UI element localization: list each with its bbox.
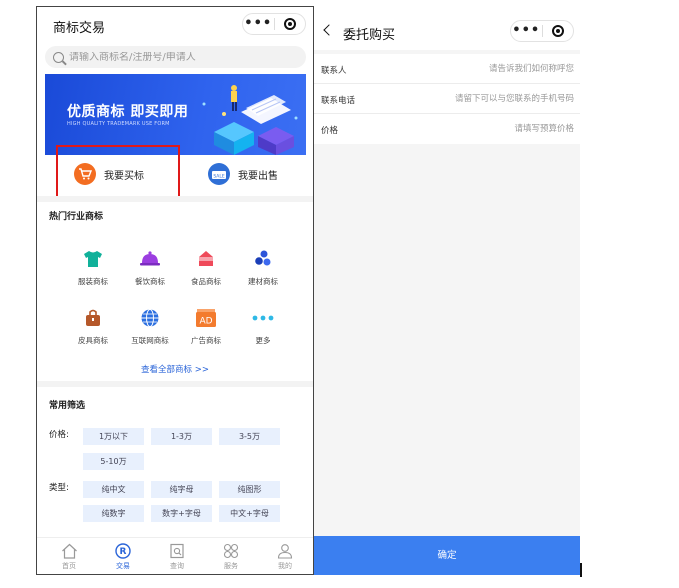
category-leather[interactable]: 皮具商标 bbox=[63, 307, 123, 346]
home-icon bbox=[49, 542, 89, 559]
confirm-button[interactable]: 确定 bbox=[314, 536, 580, 575]
contact-phone-label: 联系电话 bbox=[321, 96, 356, 106]
buy-trademark-button[interactable]: 我要买标 bbox=[74, 163, 144, 185]
view-all-link[interactable]: 查看全部商标 >> bbox=[37, 363, 313, 375]
mini-program-capsule: ••• bbox=[510, 20, 574, 42]
mini-program-capsule: ••• bbox=[242, 13, 306, 35]
promo-banner[interactable]: 优质商标 即买即用 HIGH QUALITY TRADEMARK USE FOR… bbox=[45, 74, 306, 155]
tab-label: 首页 bbox=[62, 562, 76, 570]
category-clothing[interactable]: 服装商标 bbox=[63, 248, 123, 287]
section-divider bbox=[37, 196, 313, 202]
more-menu-icon[interactable]: ••• bbox=[511, 24, 542, 37]
tab-trade[interactable]: R 交易 bbox=[103, 542, 143, 571]
entrust-purchase-screen: 委托购买 ••• 联系人 联系电话 价格 确定 bbox=[314, 13, 580, 575]
user-icon bbox=[265, 542, 305, 559]
back-arrow-icon[interactable] bbox=[323, 24, 335, 36]
filter-section-title: 常用筛选 bbox=[49, 401, 86, 411]
price-input[interactable] bbox=[404, 121, 574, 137]
close-target-icon[interactable] bbox=[275, 18, 306, 30]
purchase-form: 联系人 联系电话 价格 bbox=[314, 54, 580, 144]
grid-service-icon bbox=[211, 542, 251, 559]
tab-label: 我的 bbox=[278, 562, 292, 570]
price-chip[interactable]: 1万以下 bbox=[83, 428, 144, 445]
hot-section-title: 热门行业商标 bbox=[49, 212, 104, 222]
price-label: 价格 bbox=[321, 126, 339, 136]
category-internet[interactable]: 互联网商标 bbox=[120, 307, 180, 346]
contact-name-input[interactable] bbox=[404, 61, 574, 77]
category-label: 餐饮商标 bbox=[135, 277, 165, 286]
price-chip[interactable]: 1-3万 bbox=[151, 428, 212, 445]
type-filter-label: 类型: bbox=[49, 483, 69, 493]
search-icon bbox=[53, 51, 64, 63]
category-catering[interactable]: 餐饮商标 bbox=[120, 248, 180, 287]
category-advertising[interactable]: AD 广告商标 bbox=[176, 307, 236, 346]
more-menu-icon[interactable]: ••• bbox=[243, 17, 274, 30]
tab-label: 服务 bbox=[224, 562, 238, 570]
page-title: 商标交易 bbox=[53, 21, 106, 36]
contact-name-row: 联系人 bbox=[314, 54, 580, 84]
type-chip[interactable]: 纯数字 bbox=[83, 505, 144, 522]
type-chip[interactable]: 纯图形 bbox=[219, 481, 280, 498]
category-label: 更多 bbox=[255, 336, 271, 345]
search-input[interactable] bbox=[69, 51, 289, 63]
globe-icon bbox=[139, 307, 161, 329]
contact-name-label: 联系人 bbox=[321, 66, 347, 76]
type-chip[interactable]: 中文+字母 bbox=[219, 505, 280, 522]
trademark-trade-screen: 商标交易 ••• 优质商标 即买即用 HIGH QUALITY TRADEMAR… bbox=[36, 6, 314, 575]
tab-service[interactable]: 服务 bbox=[211, 542, 251, 571]
buy-trademark-label: 我要买标 bbox=[104, 170, 144, 182]
category-more[interactable]: 更多 bbox=[233, 307, 293, 346]
tab-home[interactable]: 首页 bbox=[49, 542, 89, 571]
category-label: 皮具商标 bbox=[78, 336, 108, 345]
ad-icon: AD bbox=[195, 307, 217, 329]
search-bar[interactable] bbox=[45, 46, 306, 68]
type-chip[interactable]: 纯中文 bbox=[83, 481, 144, 498]
nav-bar: 委托购买 ••• bbox=[314, 13, 580, 50]
svg-text:AD: AD bbox=[199, 317, 212, 327]
search-doc-icon bbox=[157, 542, 197, 559]
banner-subtitle: HIGH QUALITY TRADEMARK USE FORM bbox=[67, 121, 170, 127]
bottom-tab-bar: 首页 R 交易 查询 服务 我的 bbox=[37, 537, 313, 574]
category-label: 食品商标 bbox=[191, 277, 221, 286]
price-chip[interactable]: 5-10万 bbox=[83, 453, 144, 470]
contact-phone-input[interactable] bbox=[404, 91, 574, 107]
category-label: 互联网商标 bbox=[131, 336, 169, 345]
banner-title: 优质商标 即买即用 bbox=[67, 104, 189, 120]
category-building[interactable]: 建材商标 bbox=[233, 248, 293, 287]
page-title: 委托购买 bbox=[343, 28, 396, 43]
tab-label: 查询 bbox=[170, 562, 184, 570]
shopping-cart-icon bbox=[74, 163, 96, 185]
sale-tag-icon: SALE bbox=[208, 163, 230, 185]
sell-trademark-label: 我要出售 bbox=[238, 170, 278, 182]
price-row: 价格 bbox=[314, 114, 580, 144]
tab-query[interactable]: 查询 bbox=[157, 542, 197, 571]
handbag-icon bbox=[82, 307, 104, 329]
nav-bar: 商标交易 ••• bbox=[37, 7, 313, 43]
dish-cover-icon bbox=[139, 248, 161, 270]
text-cursor bbox=[580, 563, 582, 577]
close-target-icon[interactable] bbox=[543, 25, 574, 37]
trademark-r-icon: R bbox=[103, 542, 143, 559]
category-label: 服装商标 bbox=[78, 277, 108, 286]
price-chip[interactable]: 3-5万 bbox=[219, 428, 280, 445]
svg-text:R: R bbox=[120, 547, 127, 557]
tab-label: 交易 bbox=[116, 562, 130, 570]
banner-illustration bbox=[202, 85, 298, 155]
cake-icon bbox=[195, 248, 217, 270]
svg-text:SALE: SALE bbox=[213, 174, 225, 180]
sell-trademark-button[interactable]: SALE 我要出售 bbox=[208, 163, 278, 185]
section-divider bbox=[37, 381, 313, 387]
more-dots-icon bbox=[252, 307, 274, 329]
buy-sell-row: 我要买标 SALE 我要出售 bbox=[37, 157, 313, 201]
tab-mine[interactable]: 我的 bbox=[265, 542, 305, 571]
tshirt-icon bbox=[82, 248, 104, 270]
price-filter-label: 价格: bbox=[49, 430, 69, 440]
contact-phone-row: 联系电话 bbox=[314, 84, 580, 114]
type-chip[interactable]: 数字+字母 bbox=[151, 505, 212, 522]
category-label: 建材商标 bbox=[248, 277, 278, 286]
type-chip[interactable]: 纯字母 bbox=[151, 481, 212, 498]
category-label: 广告商标 bbox=[191, 336, 221, 345]
building-blocks-icon bbox=[252, 248, 274, 270]
category-food[interactable]: 食品商标 bbox=[176, 248, 236, 287]
